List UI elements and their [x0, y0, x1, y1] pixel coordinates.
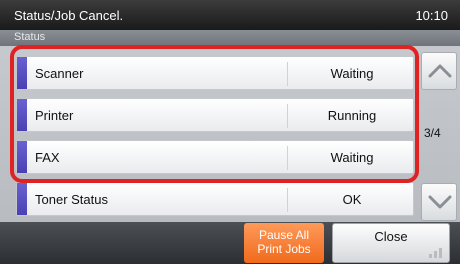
title-bar: Status/Job Cancel. 10:10	[0, 0, 460, 30]
status-screen: Status/Job Cancel. 10:10 Status Scanner …	[0, 0, 460, 264]
section-label: Status	[14, 31, 46, 43]
page-indicator: 3/4	[424, 126, 441, 140]
close-button[interactable]: Close	[332, 223, 450, 263]
device-name: Toner Status	[35, 192, 108, 207]
divider	[287, 188, 288, 212]
pause-label-line1: Pause All	[258, 228, 310, 242]
pause-label-line2: Print Jobs	[257, 242, 311, 256]
chevron-up-icon	[428, 64, 452, 78]
section-header: Status	[0, 30, 460, 46]
device-status: OK	[342, 192, 362, 207]
clock: 10:10	[415, 8, 448, 23]
row-accent	[17, 183, 27, 215]
scroll-down-button[interactable]	[421, 183, 457, 221]
highlight-frame	[10, 45, 419, 183]
screen-title: Status/Job Cancel.	[14, 8, 124, 23]
device-row-toner-status[interactable]: Toner Status OK	[16, 182, 414, 216]
pause-all-print-jobs-button[interactable]: Pause All Print Jobs	[244, 223, 324, 263]
scroll-up-button[interactable]	[421, 52, 457, 90]
close-label: Close	[374, 229, 408, 244]
chevron-down-icon	[428, 195, 452, 209]
resize-grip-icon	[429, 248, 442, 258]
